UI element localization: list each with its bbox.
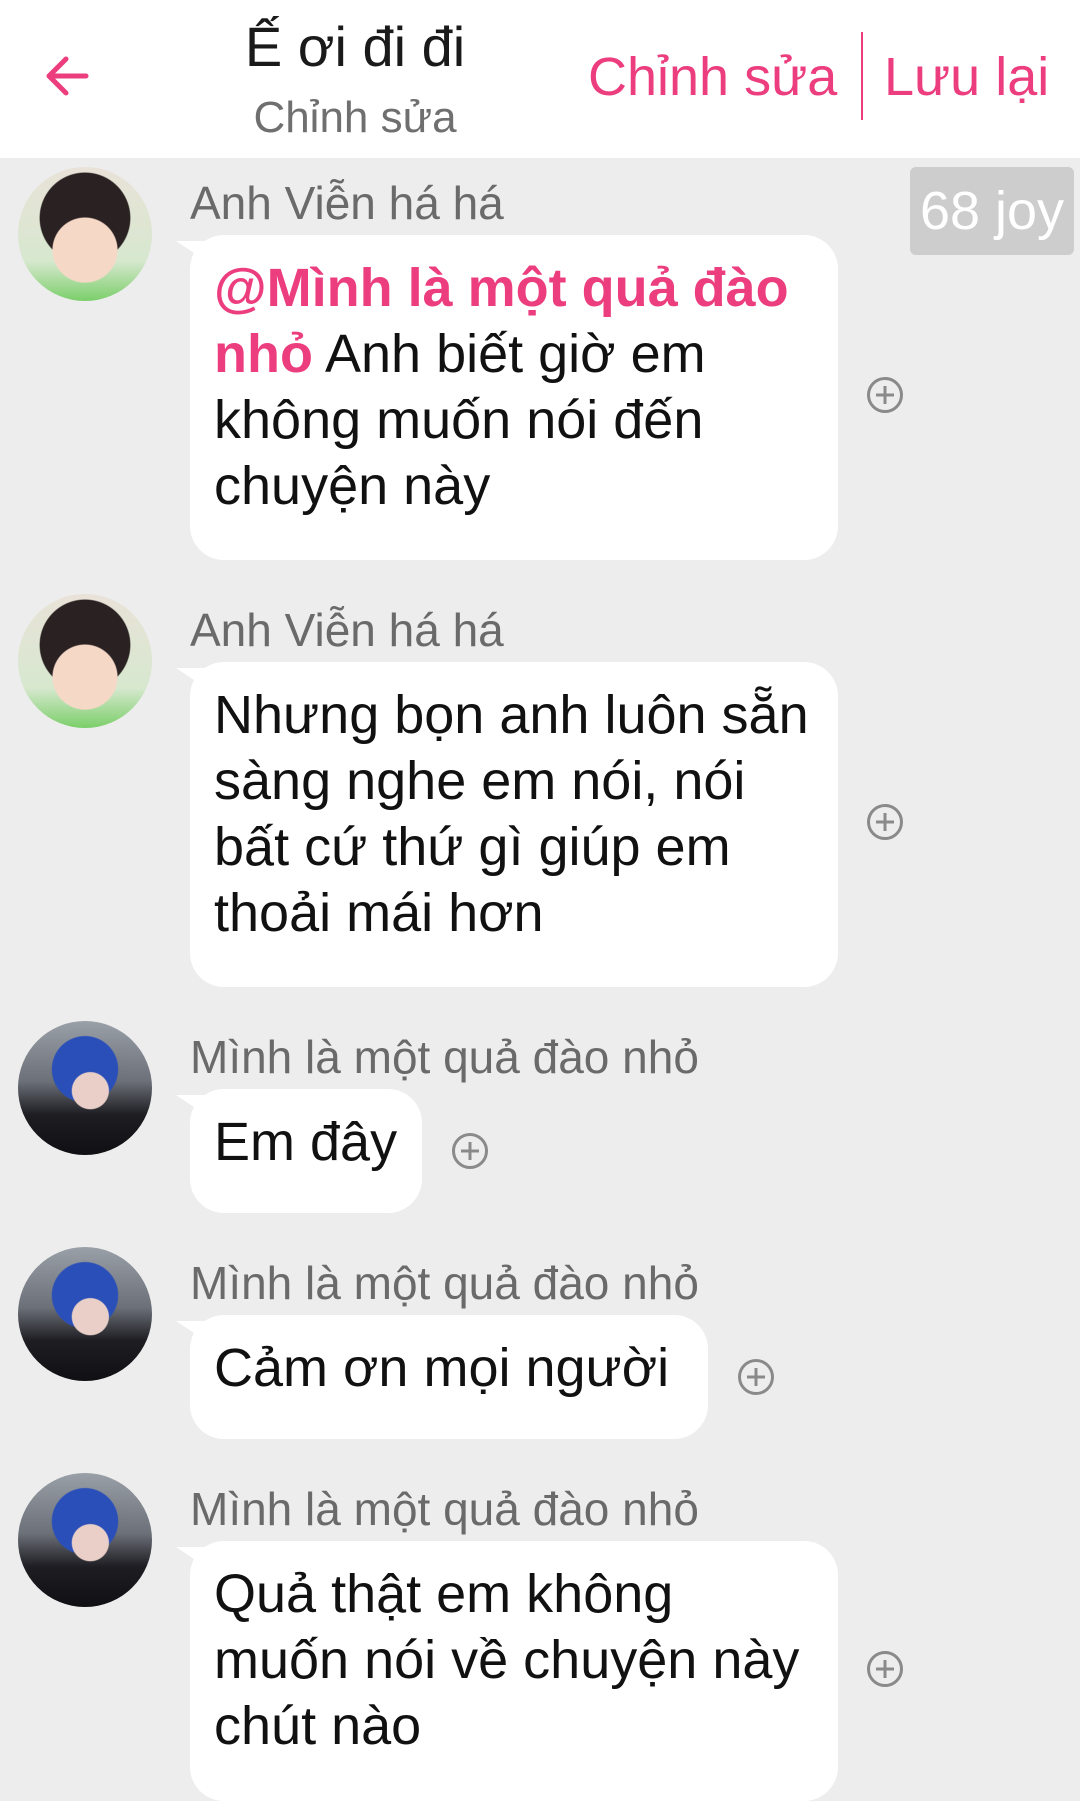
- avatar[interactable]: [18, 1021, 152, 1155]
- message-bubble[interactable]: Quả thật em không muốn nói về chuyện này…: [190, 1541, 838, 1801]
- sender-name: Anh Viễn há há: [190, 177, 504, 229]
- edit-button[interactable]: Chỉnh sửa: [588, 40, 837, 114]
- plus-circle-icon[interactable]: [867, 804, 903, 840]
- message-bubble[interactable]: Cảm ơn mọi người: [190, 1315, 708, 1439]
- arrow-left-icon[interactable]: [40, 48, 96, 104]
- avatar[interactable]: [18, 594, 152, 728]
- sender-name: Anh Viễn há há: [190, 604, 504, 656]
- message-bubble[interactable]: @Mình là một quả đào nhỏ Anh biết giờ em…: [190, 235, 838, 560]
- message-text: Quả thật em không muốn nói về chuyện này…: [214, 1564, 800, 1756]
- joy-badge: 68 joy: [910, 167, 1074, 255]
- message-bubble[interactable]: Nhưng bọn anh luôn sẵn sàng nghe em nói,…: [190, 662, 838, 987]
- page-subtitle: Chỉnh sửa: [253, 93, 457, 142]
- plus-circle-icon[interactable]: [867, 377, 903, 413]
- message-text: Nhưng bọn anh luôn sẵn sàng nghe em nói,…: [214, 685, 809, 943]
- top-bar: Ế ơi đi đi Chỉnh sửa Chỉnh sửa Lưu lại: [0, 0, 1080, 158]
- page-title: Ế ơi đi đi: [244, 15, 466, 78]
- title-block: Ế ơi đi đi Chỉnh sửa: [180, 14, 530, 146]
- save-button[interactable]: Lưu lại: [884, 40, 1049, 114]
- sender-name: Mình là một quả đào nhỏ: [190, 1031, 699, 1083]
- sender-name: Mình là một quả đào nhỏ: [190, 1257, 699, 1309]
- avatar[interactable]: [18, 1247, 152, 1381]
- header-divider: [861, 32, 863, 120]
- message-text: Em đây: [214, 1112, 398, 1172]
- avatar[interactable]: [18, 1473, 152, 1607]
- sender-name: Mình là một quả đào nhỏ: [190, 1483, 699, 1535]
- plus-circle-icon[interactable]: [738, 1359, 774, 1395]
- avatar[interactable]: [18, 167, 152, 301]
- message-bubble[interactable]: Em đây: [190, 1089, 422, 1213]
- plus-circle-icon[interactable]: [452, 1133, 488, 1169]
- message-text: Cảm ơn mọi người: [214, 1338, 670, 1398]
- plus-circle-icon[interactable]: [867, 1651, 903, 1687]
